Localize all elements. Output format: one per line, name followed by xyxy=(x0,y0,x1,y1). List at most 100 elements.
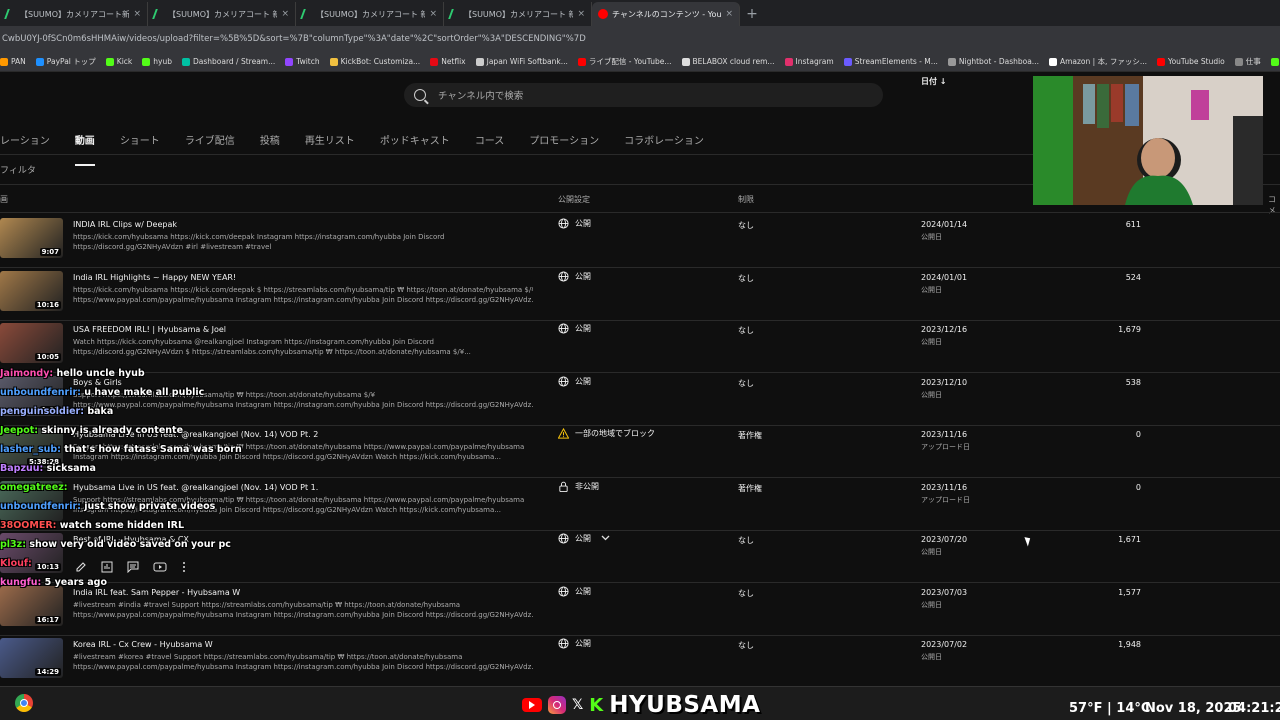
bookmark-favicon-icon xyxy=(35,57,44,66)
browser-tab[interactable]: チャンネルのコンテンツ - YouTube S× xyxy=(592,2,740,26)
bookmark-item[interactable]: StreamElements - M... xyxy=(843,57,938,66)
bookmark-label: BELABOX cloud rem... xyxy=(692,57,775,66)
video-thumbnail[interactable]: 10:05 xyxy=(0,323,63,363)
bookmark-favicon-icon xyxy=(784,57,793,66)
restriction-cell[interactable]: 著作権 xyxy=(738,430,762,441)
column-header-visibility[interactable]: 公開設定 xyxy=(558,194,590,205)
content-tab[interactable]: レーション xyxy=(0,132,50,154)
webcam-overlay xyxy=(1033,76,1263,205)
column-header-date[interactable]: 日付 ↓ xyxy=(921,76,947,87)
video-row[interactable]: 9:07 INDIA IRL Clips w/ Deepak https://kic… xyxy=(0,216,1280,268)
video-title[interactable]: INDIA IRL Clips w/ Deepak xyxy=(73,220,177,229)
video-title[interactable]: India IRL Highlights ~ Happy NEW YEAR! xyxy=(73,273,236,282)
close-tab-icon[interactable]: × xyxy=(133,9,141,19)
video-thumbnail[interactable]: 14:29 xyxy=(0,638,63,678)
visibility-label: 公開 xyxy=(575,376,591,386)
date-cell: 2024/01/01 公開日 xyxy=(921,273,967,295)
video-thumbnail[interactable]: 9:07 xyxy=(0,218,63,258)
stream-footer-bar: 𝕏 K HYUBSAMA 57°F | 14°C Nov 18, 2025 04… xyxy=(0,686,1280,720)
restriction-cell[interactable]: なし xyxy=(738,378,754,389)
bookmark-item[interactable]: 仕事 xyxy=(1234,56,1261,67)
column-header-restrictions[interactable]: 制限 xyxy=(738,194,754,205)
bookmark-item[interactable]: Dashboard / Stream... xyxy=(181,57,275,66)
content-tab[interactable]: ショート xyxy=(120,132,160,154)
visibility-cell[interactable]: 公開 xyxy=(558,533,610,544)
bookmark-item[interactable]: BELABOX cloud rem... xyxy=(681,57,775,66)
content-tab[interactable]: ポッドキャスト xyxy=(380,132,450,154)
restriction-cell[interactable]: なし xyxy=(738,588,754,599)
content-tab[interactable]: 再生リスト xyxy=(305,132,355,154)
visibility-cell[interactable]: 公開 xyxy=(558,218,591,229)
close-tab-icon[interactable]: × xyxy=(725,9,733,19)
visibility-cell[interactable]: 一部の地域でブロック xyxy=(558,428,655,439)
chat-text: sicksama xyxy=(46,463,96,474)
video-title[interactable]: USA FREEDOM IRL! | Hyubsama & Joel xyxy=(73,325,226,334)
views-cell: 1,577 xyxy=(1118,587,1141,597)
browser-tab[interactable]: 【SUUMO】カメリアコート新宿（ゲ× xyxy=(0,2,148,26)
restriction-cell[interactable]: なし xyxy=(738,640,754,651)
restriction-cell[interactable]: なし xyxy=(738,535,754,546)
close-tab-icon[interactable]: × xyxy=(281,9,289,19)
date-type: 公開日 xyxy=(921,233,942,241)
content-tab[interactable]: 投稿 xyxy=(260,132,280,154)
bookmark-item[interactable]: KickBot: Customiza... xyxy=(329,57,420,66)
visibility-cell[interactable]: 公開 xyxy=(558,638,591,649)
chat-message: Jeepot: skinny is already contente xyxy=(0,421,340,440)
bookmark-item[interactable]: YouTube Studio xyxy=(1156,57,1225,66)
close-tab-icon[interactable]: × xyxy=(429,9,437,19)
channel-search-box[interactable]: チャンネル内で検索 xyxy=(404,83,883,107)
search-placeholder[interactable]: チャンネル内で検索 xyxy=(438,88,523,102)
youtube-favicon-icon xyxy=(598,9,608,19)
video-thumbnail[interactable]: 10:16 xyxy=(0,270,63,311)
bookmark-item[interactable]: Amazon | 本, ファッシ... xyxy=(1048,56,1147,67)
url-text[interactable]: CwbU0YJ-0fSCn0m6sHHMAiw/videos/upload?fi… xyxy=(2,34,586,44)
filter-button[interactable]: フィルタ xyxy=(0,163,36,176)
visibility-cell[interactable]: 非公開 xyxy=(558,481,599,492)
video-description-line: #livestream #india #travel Support https… xyxy=(73,600,461,609)
bookmark-item[interactable]: Instagram xyxy=(784,57,834,66)
bookmark-label: ライブ配信 - YouTube... xyxy=(588,57,672,66)
restriction-cell[interactable]: なし xyxy=(738,325,754,336)
chevron-down-icon[interactable] xyxy=(601,534,610,543)
bookmark-item[interactable]: Kick xyxy=(105,57,132,66)
bookmark-item[interactable]: Nightbot - Dashboa... xyxy=(947,57,1039,66)
video-title[interactable]: Korea IRL - Cx Crew - Hyubsama W xyxy=(73,640,213,649)
video-row[interactable]: 10:16 India IRL Highlights ~ Happy NEW YE… xyxy=(0,269,1280,321)
bookmark-item[interactable]: PAN xyxy=(0,57,26,66)
restriction-cell[interactable]: なし xyxy=(738,220,754,231)
restriction-cell[interactable]: 著作権 xyxy=(738,483,762,494)
address-bar[interactable]: CwbU0YJ-0fSCn0m6sHHMAiw/videos/upload?fi… xyxy=(0,26,1280,52)
chrome-icon[interactable] xyxy=(15,694,33,712)
visibility-cell[interactable]: 公開 xyxy=(558,270,591,282)
content-tab[interactable]: コース xyxy=(475,132,505,154)
bookmark-item[interactable]: PayPal トップ xyxy=(35,56,96,67)
content-tab[interactable]: プロモーション xyxy=(529,132,599,154)
content-tabs: レーション 動画 ショート ライブ配信 投稿 再生リスト ポッドキャスト コース プロモーション… xyxy=(0,132,729,166)
bookmark-item[interactable]: hyub xyxy=(142,57,172,66)
date-value: 2024/01/01 xyxy=(921,272,968,282)
globe-icon xyxy=(558,375,569,387)
chat-message: 38OOMER: watch some hidden IRL xyxy=(0,516,340,535)
restriction-cell[interactable]: なし xyxy=(738,273,754,284)
visibility-cell[interactable]: 公開 xyxy=(558,323,591,334)
bookmark-item[interactable]: Twitch xyxy=(285,57,320,66)
browser-tab[interactable]: 【SUUMO】カメリアコート 新宿（ゲ × xyxy=(296,2,444,26)
content-tab[interactable]: ライブ配信 xyxy=(185,132,235,154)
bookmark-item[interactable]: kickchat xyxy=(1270,57,1280,66)
visibility-cell[interactable]: 公開 xyxy=(558,375,591,387)
content-tab[interactable]: コラボレーション xyxy=(624,132,704,154)
bookmark-item[interactable]: Netflix xyxy=(430,57,466,66)
video-description-line: https://www.paypal.com/paypalme/hyubsama… xyxy=(73,663,533,671)
search-icon[interactable] xyxy=(414,89,426,101)
video-row[interactable]: 14:29 Korea IRL - Cx Crew - Hyubsama W #li… xyxy=(0,636,1280,688)
visibility-cell[interactable]: 公開 xyxy=(558,585,591,597)
chat-text: just show private videos xyxy=(84,501,216,512)
bookmark-item[interactable]: Japan WiFi Softbank... xyxy=(475,57,568,66)
new-tab-button[interactable]: + xyxy=(740,2,764,26)
browser-tab[interactable]: 【SUUMO】カメリアコート 新宿（ゲ × xyxy=(148,2,296,26)
chat-text: u have make all public xyxy=(84,387,205,398)
close-tab-icon[interactable]: × xyxy=(577,9,585,19)
content-tab[interactable]: 動画 xyxy=(74,132,95,166)
browser-tab[interactable]: 【SUUMO】カメリアコート 新宿（ゲ × xyxy=(444,2,592,26)
bookmark-item[interactable]: ライブ配信 - YouTube... xyxy=(577,56,672,67)
